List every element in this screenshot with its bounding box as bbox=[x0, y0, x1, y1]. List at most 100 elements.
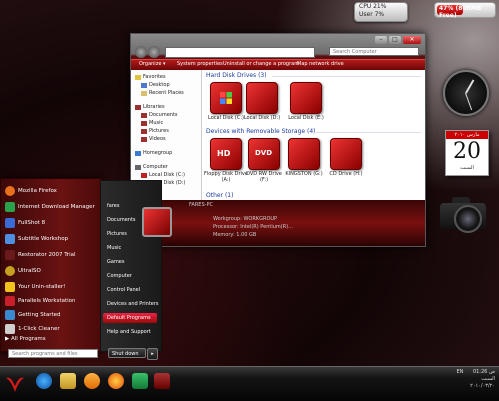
drive-h[interactable]: CD Drive (H:) bbox=[324, 138, 368, 177]
menu-pictures[interactable]: Pictures bbox=[107, 231, 127, 237]
firefox-icon bbox=[5, 186, 15, 196]
nav-music[interactable]: Music bbox=[141, 120, 163, 126]
clock-gadget[interactable] bbox=[443, 70, 489, 116]
uninstaller-icon bbox=[5, 282, 15, 292]
details-processor: Processor: Intel(R) Pentium(R)... bbox=[213, 224, 293, 230]
computer-name: FARES-PC bbox=[189, 202, 213, 208]
nav-libraries[interactable]: Libraries bbox=[135, 104, 165, 110]
map-drive-button[interactable]: Map network drive bbox=[297, 61, 344, 67]
language-indicator[interactable]: EN bbox=[456, 369, 463, 376]
start-menu-places: fares Documents Pictures Music Games Com… bbox=[100, 180, 162, 352]
menu-music[interactable]: Music bbox=[107, 245, 121, 251]
cd-drive-icon bbox=[330, 138, 367, 170]
subtitle-workshop-icon bbox=[5, 234, 15, 244]
program-1click-cleaner[interactable]: 1-Click Cleaner bbox=[5, 323, 60, 335]
menu-games[interactable]: Games bbox=[107, 259, 125, 265]
hard-disk-icon bbox=[290, 82, 322, 114]
restorator-icon bbox=[5, 250, 15, 260]
media-player-icon[interactable] bbox=[84, 373, 100, 389]
organize-button[interactable]: Organize ▾ bbox=[139, 61, 166, 67]
drive-g[interactable]: KINGSTON (G:) bbox=[282, 138, 326, 177]
user-picture[interactable] bbox=[142, 207, 172, 237]
taskbar: EN ص 01:26 السبت ٢٠١٠/٠٣/٢٠ bbox=[0, 366, 499, 401]
group-hard-disk-drives[interactable]: Hard Disk Drives (3) bbox=[206, 72, 267, 79]
program-idm[interactable]: Internet Download Manager bbox=[5, 201, 95, 213]
start-orb-icon[interactable] bbox=[3, 372, 27, 396]
windows-drive-icon bbox=[210, 82, 242, 114]
calendar-month: مارس ٢٠١٠ bbox=[446, 131, 488, 139]
drive-e[interactable]: Local Disk (E:) bbox=[284, 82, 328, 121]
address-row: Search Computer bbox=[133, 46, 423, 58]
start-search-input[interactable]: Search programs and files bbox=[8, 349, 98, 358]
menu-help-support[interactable]: Help and Support bbox=[107, 329, 151, 335]
explorer-window[interactable]: – □ ✕ Search Computer Organize ▾ System … bbox=[130, 33, 426, 247]
start-menu-programs: Mozilla Firefox Internet Download Manage… bbox=[0, 178, 102, 352]
nav-pictures[interactable]: Pictures bbox=[141, 128, 169, 134]
menu-documents[interactable]: Documents bbox=[107, 217, 136, 223]
system-properties-button[interactable]: System properties bbox=[177, 61, 223, 67]
floppy-drive-icon: HD bbox=[210, 138, 242, 170]
clock-time[interactable]: ص 01:26 bbox=[473, 369, 495, 376]
cpu-label: CPU 21% bbox=[359, 3, 387, 10]
program-subtitle-workshop[interactable]: Subtitle Workshop bbox=[5, 233, 68, 245]
download-manager-taskbar-icon[interactable] bbox=[132, 373, 148, 389]
all-programs-button[interactable]: ▶ All Programs bbox=[5, 336, 97, 343]
cpu-meter-gadget[interactable]: CPU 21% User 7% bbox=[354, 2, 408, 22]
uninstall-button[interactable]: Uninstall or change a program bbox=[223, 61, 299, 67]
address-bar[interactable] bbox=[165, 47, 315, 58]
nav-videos[interactable]: Videos bbox=[141, 136, 166, 142]
menu-default-programs[interactable]: Default Programs bbox=[103, 313, 157, 323]
minimize-button[interactable]: – bbox=[375, 36, 387, 44]
nav-favorites[interactable]: Favorites bbox=[135, 74, 166, 80]
shutdown-options-button[interactable]: ▸ bbox=[147, 348, 158, 360]
ram-meter-gadget[interactable]: 47% (808MB Free) bbox=[434, 2, 496, 19]
program-getting-started[interactable]: Getting Started bbox=[5, 309, 61, 321]
details-memory: Memory: 1.00 GB bbox=[213, 232, 257, 238]
command-bar: Organize ▾ System properties Uninstall o… bbox=[131, 59, 425, 70]
content-pane: Hard Disk Drives (3) Local Disk (C:) Loc… bbox=[202, 70, 425, 200]
camera-icon[interactable] bbox=[438, 195, 488, 233]
calendar-gadget[interactable]: مارس ٢٠١٠ 20 السبت bbox=[445, 130, 489, 176]
user-label: User 7% bbox=[359, 11, 385, 18]
computer-taskbar-icon[interactable] bbox=[154, 373, 170, 389]
ram-label: 47% (808MB Free) bbox=[439, 5, 482, 19]
window-controls: – □ ✕ bbox=[375, 36, 421, 44]
group-removable-storage[interactable]: Devices with Removable Storage (4) bbox=[206, 128, 315, 135]
nav-homegroup[interactable]: Homegroup bbox=[135, 150, 172, 156]
group-other[interactable]: Other (1) bbox=[206, 192, 233, 199]
program-parallels[interactable]: Parallels Workstation bbox=[5, 295, 76, 307]
getting-started-icon bbox=[5, 310, 15, 320]
shutdown-button[interactable]: Shut down bbox=[108, 348, 146, 358]
program-ultraiso[interactable]: UltraISO bbox=[5, 265, 41, 277]
program-uninstaller[interactable]: Your Unin-staller! bbox=[5, 281, 65, 293]
details-pane: FARES-PC Workgroup: WORKGROUP Processor:… bbox=[131, 200, 425, 246]
fullshot-icon bbox=[5, 218, 15, 228]
search-input[interactable]: Search Computer bbox=[329, 47, 419, 56]
menu-control-panel[interactable]: Control Panel bbox=[107, 287, 140, 293]
menu-computer[interactable]: Computer bbox=[107, 273, 132, 279]
firefox-taskbar-icon[interactable] bbox=[108, 373, 124, 389]
nav-recent-places[interactable]: Recent Places bbox=[141, 90, 184, 96]
drive-f[interactable]: DVD DVD RW Drive (F:) bbox=[242, 138, 286, 183]
drive-d[interactable]: Local Disk (D:) bbox=[240, 82, 284, 121]
program-firefox[interactable]: Mozilla Firefox bbox=[5, 185, 57, 197]
clock-minute-hand bbox=[465, 92, 473, 111]
forward-button[interactable] bbox=[148, 46, 160, 58]
clock-day: السبت bbox=[481, 376, 495, 382]
menu-devices-printers[interactable]: Devices and Printers bbox=[107, 301, 159, 307]
close-button[interactable]: ✕ bbox=[403, 36, 421, 44]
nav-documents[interactable]: Documents bbox=[141, 112, 178, 118]
dvd-drive-icon: DVD bbox=[248, 138, 285, 170]
calendar-weekday: السبت bbox=[460, 165, 474, 171]
maximize-button[interactable]: □ bbox=[389, 36, 401, 44]
internet-explorer-icon[interactable] bbox=[36, 373, 52, 389]
nav-desktop[interactable]: Desktop bbox=[141, 82, 170, 88]
menu-fares[interactable]: fares bbox=[107, 203, 119, 209]
program-fullshot[interactable]: FullShot 8 bbox=[5, 217, 45, 229]
nav-computer[interactable]: Computer bbox=[135, 164, 168, 170]
download-manager-icon bbox=[5, 202, 15, 212]
cleaner-icon bbox=[5, 324, 15, 334]
folder-icon[interactable] bbox=[60, 373, 76, 389]
back-button[interactable] bbox=[135, 46, 147, 58]
program-restorator[interactable]: Restorator 2007 Trial bbox=[5, 249, 76, 261]
